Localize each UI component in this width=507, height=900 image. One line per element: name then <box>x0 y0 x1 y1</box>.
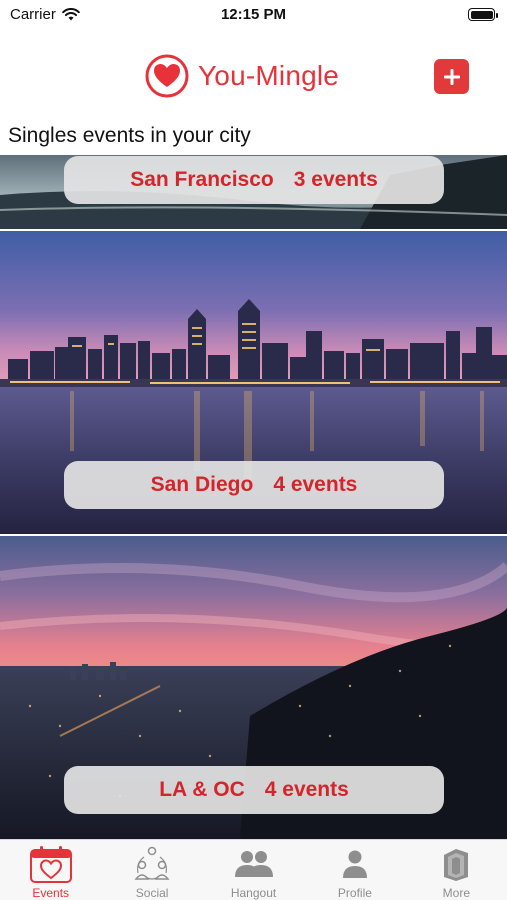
city-pill-la-oc[interactable]: LA & OC 4 events <box>64 766 444 814</box>
app-title: You-Mingle <box>198 60 340 91</box>
tab-label: Events <box>32 886 70 900</box>
calendar-heart-icon <box>29 846 72 883</box>
tab-more[interactable]: More <box>406 840 507 900</box>
tab-label: Social <box>135 886 169 900</box>
event-count: 3 events <box>293 168 378 191</box>
city-name: San Francisco <box>130 168 274 191</box>
people-network-icon <box>134 846 170 880</box>
group-icon <box>234 851 273 877</box>
status-bar: Carrier 12:15 PM <box>0 0 507 30</box>
tab-label: More <box>442 886 470 900</box>
cards-icon <box>444 849 469 881</box>
plus-icon <box>443 68 460 85</box>
city-name: San Diego <box>150 473 254 496</box>
event-count: 4 events <box>273 473 358 496</box>
city-pill-san-francisco[interactable]: San Francisco 3 events <box>64 156 444 204</box>
tab-profile[interactable]: Profile <box>304 840 405 900</box>
tab-label: Hangout <box>230 886 277 900</box>
section-title: Singles events in your city <box>8 124 251 147</box>
city-pill-san-diego[interactable]: San Diego 4 events <box>64 461 444 509</box>
city-name: LA & OC <box>159 778 245 801</box>
tab-label: Profile <box>337 886 372 900</box>
tab-events[interactable]: Events <box>0 840 101 900</box>
city-card-la-oc[interactable]: LA & OC 4 events <box>0 536 507 839</box>
app-logo: You-Mingle <box>144 53 339 99</box>
tab-bar: Events Social Hangout Profile More <box>0 839 507 900</box>
city-list: San Francisco 3 events San Diego 4 event… <box>0 155 507 839</box>
event-count: 4 events <box>264 778 349 801</box>
app-header: You-Mingle <box>0 50 507 102</box>
heart-logo-icon <box>145 54 189 98</box>
person-icon <box>342 850 367 878</box>
tab-hangout[interactable]: Hangout <box>203 840 304 900</box>
battery-icon <box>468 8 498 21</box>
city-card-san-francisco[interactable]: San Francisco 3 events <box>0 155 507 229</box>
city-card-san-diego[interactable]: San Diego 4 events <box>0 231 507 534</box>
status-time: 12:15 PM <box>220 6 287 23</box>
add-event-button[interactable] <box>434 59 469 94</box>
tab-social[interactable]: Social <box>101 840 202 900</box>
